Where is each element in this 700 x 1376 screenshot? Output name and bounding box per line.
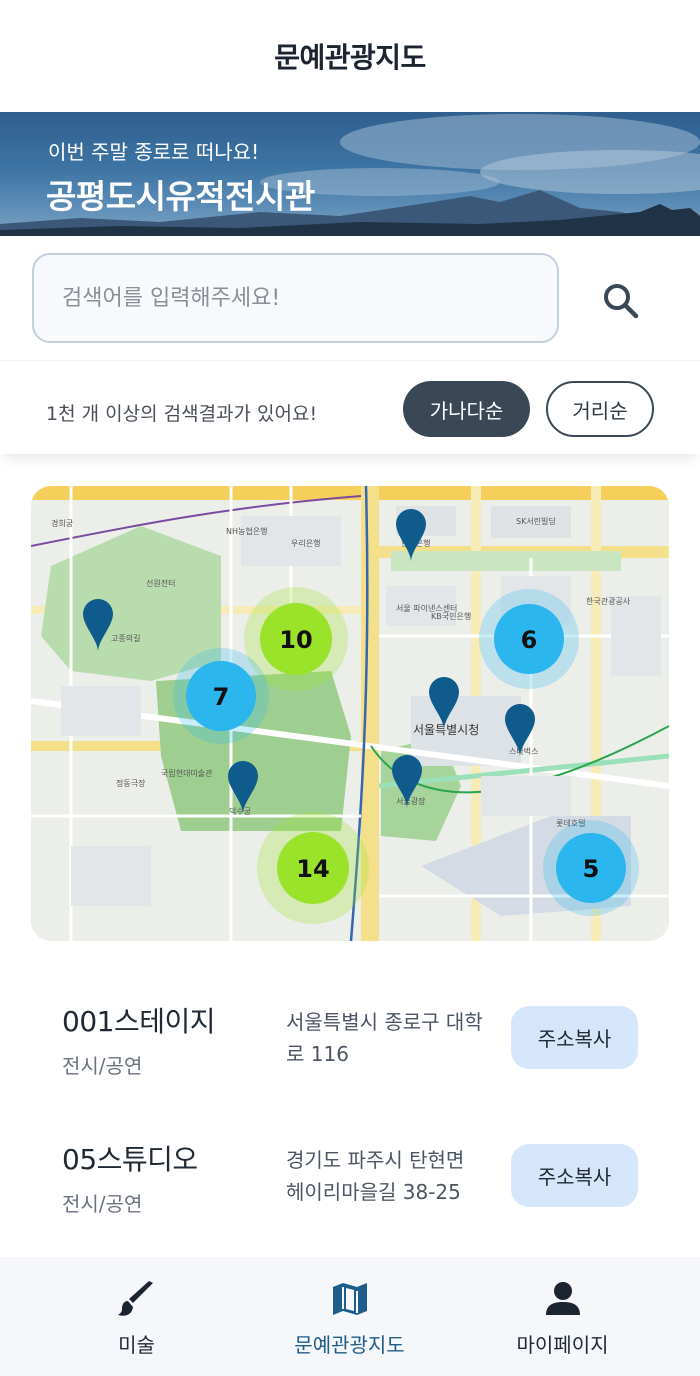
map-label-city-hall: 서울특별시청 <box>413 723 479 737</box>
banner-subtitle: 이번 주말 종로로 떠나요! <box>48 140 260 164</box>
place-name: 05스튜디오 <box>62 1143 198 1176</box>
place-address: 경기도 파주시 탄현면 헤이리마을길 38-25 <box>286 1148 465 1204</box>
map-label: 선원전터 <box>146 578 175 588</box>
cluster-count: 5 <box>583 855 600 883</box>
place-name: 001스테이지 <box>62 1005 215 1038</box>
map-cluster[interactable]: 5 <box>543 820 639 916</box>
copy-address-button[interactable]: 주소복사 <box>511 1144 638 1207</box>
app-header: 문예관광지도 <box>0 0 700 112</box>
map-label: 고종의길 <box>111 633 140 643</box>
map-cluster[interactable]: 14 <box>257 812 369 924</box>
sort-alphabetical-button[interactable]: 가나다순 <box>403 381 530 437</box>
tab-label: 마이페이지 <box>516 1333 609 1357</box>
search-button[interactable] <box>596 276 646 326</box>
map-label: 한국관광공사 <box>586 596 631 606</box>
place-category: 전시/공연 <box>62 1054 143 1078</box>
map-view[interactable]: NH농협은행 우리은행 서울 파이낸스센터 KB국민은행 한국관광공사 SK서린… <box>31 486 669 941</box>
search-bar <box>0 236 700 360</box>
cluster-count: 14 <box>296 855 329 883</box>
list-item[interactable]: 05스튜디오 전시/공연 경기도 파주시 탄현면 헤이리마을길 38-25 주소… <box>0 1104 700 1242</box>
bottom-tab-bar: 미술 문예관광지도 마이페이지 <box>0 1257 700 1376</box>
cluster-count: 7 <box>213 683 230 711</box>
person-icon <box>545 1282 580 1315</box>
place-address: 서울특별시 종로구 대학로 116 <box>286 1010 483 1066</box>
map-label: KB국민은행 <box>431 611 471 621</box>
cluster-count: 10 <box>279 626 312 654</box>
paintbrush-icon <box>117 1281 153 1316</box>
result-summary-bar: 1천 개 이상의 검색결과가 있어요! 가나다순 거리순 <box>0 360 700 454</box>
tab-my-page[interactable]: 마이페이지 <box>446 1257 679 1376</box>
cluster-count: 6 <box>521 626 538 654</box>
sort-distance-button[interactable]: 거리순 <box>546 381 654 437</box>
result-count-text: 1천 개 이상의 검색결과가 있어요! <box>46 403 318 425</box>
copy-address-button[interactable]: 주소복사 <box>511 1006 638 1069</box>
map-label: 서울광장 <box>396 796 426 806</box>
tab-art[interactable]: 미술 <box>20 1257 253 1376</box>
banner-title: 공평도시유적전시관 <box>46 177 315 216</box>
map-icon <box>332 1283 367 1315</box>
tab-label: 문예관광지도 <box>294 1333 405 1357</box>
search-icon <box>604 284 639 319</box>
tab-label: 미술 <box>118 1333 155 1357</box>
map-label: 경희궁 <box>51 518 73 528</box>
map-label: SK서린빌딩 <box>516 516 556 526</box>
place-category: 전시/공연 <box>62 1192 143 1216</box>
map-label: 정동극장 <box>116 778 146 788</box>
search-input[interactable] <box>32 253 559 343</box>
map-label: 우리은행 <box>291 538 320 548</box>
map-label: 스타벅스 <box>509 746 538 756</box>
tab-culture-map[interactable]: 문예관광지도 <box>233 1257 466 1376</box>
map-cluster[interactable]: 6 <box>479 589 579 689</box>
featured-banner[interactable]: 이번 주말 종로로 떠나요! 공평도시유적전시관 <box>0 112 700 236</box>
map-canvas[interactable]: NH농협은행 우리은행 서울 파이낸스센터 KB국민은행 한국관광공사 SK서린… <box>31 486 669 941</box>
map-cluster[interactable]: 7 <box>173 648 269 744</box>
map-label: 국립현대미술관 <box>161 768 213 778</box>
list-item[interactable]: 001스테이지 전시/공연 서울특별시 종로구 대학로 116 주소복사 <box>0 966 700 1104</box>
map-label: 덕수궁 <box>229 806 251 816</box>
page-title: 문예관광지도 <box>274 41 426 74</box>
map-label: NH농협은행 <box>226 526 267 536</box>
